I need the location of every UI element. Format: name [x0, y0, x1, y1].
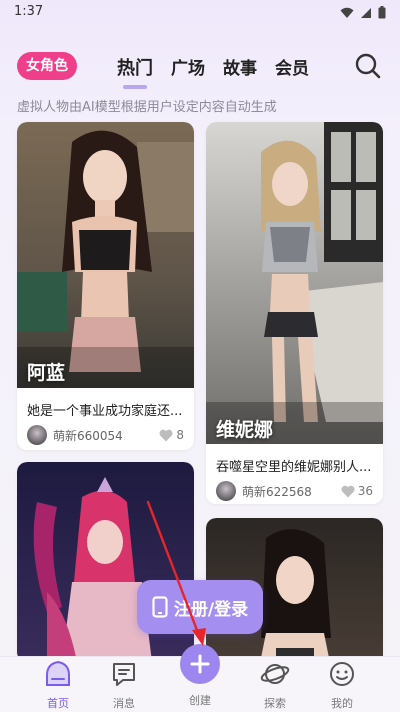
nav-profile[interactable]: 我的	[312, 659, 372, 711]
character-card[interactable]: 阿蓝 她是一个事业成功家庭还... 萌新660054 8	[17, 122, 194, 450]
disclaimer-text: 虚拟人物由AI模型根据用户设定内容自动生成	[17, 100, 277, 115]
register-login-button[interactable]: 注册/登录	[137, 580, 263, 634]
tab-plaza[interactable]: 广场	[171, 54, 205, 80]
character-image	[206, 122, 383, 444]
role-filter-pill[interactable]: 女角色	[17, 52, 77, 80]
tab-hot[interactable]: 热门	[117, 54, 153, 89]
search-icon[interactable]	[354, 52, 382, 80]
status-time: 1:37	[14, 4, 44, 19]
nav-label: 我的	[331, 697, 353, 710]
like-count-value: 8	[176, 428, 184, 442]
heart-icon	[341, 485, 355, 497]
battery-icon	[378, 6, 386, 19]
phone-icon	[152, 596, 168, 618]
nav-label: 探索	[264, 697, 286, 710]
like-count-value: 36	[357, 484, 373, 498]
author-name: 萌新622568	[242, 484, 312, 499]
character-name: 维妮娜	[216, 419, 274, 441]
nav-label: 首页	[47, 697, 69, 710]
home-icon	[46, 660, 70, 686]
create-button[interactable]	[180, 644, 220, 684]
nav-home[interactable]: 首页	[28, 659, 88, 711]
character-image	[17, 122, 194, 388]
avatar	[216, 481, 236, 501]
status-icons	[340, 6, 386, 19]
like-count[interactable]: 8	[159, 428, 184, 442]
wifi-icon	[340, 7, 354, 18]
character-description: 她是一个事业成功家庭还...	[27, 404, 183, 419]
author-name: 萌新660054	[53, 428, 123, 443]
character-card[interactable]: 维妮娜 吞噬星空里的维妮娜别人... 萌新622568 36	[206, 122, 383, 504]
tab-story[interactable]: 故事	[223, 54, 257, 80]
signal-icon	[361, 7, 371, 18]
status-bar: 1:37	[0, 0, 400, 26]
nav-create-label: 创建	[189, 694, 211, 707]
planet-icon	[260, 664, 290, 684]
tab-member[interactable]: 会员	[275, 54, 309, 80]
card-meta: 萌新622568 36	[216, 480, 373, 502]
nav-label: 消息	[113, 697, 135, 710]
nav-explore[interactable]: 探索	[245, 659, 305, 711]
plus-icon	[190, 654, 210, 674]
top-tabs: 热门 广场 故事 会员	[117, 54, 309, 89]
heart-icon	[159, 429, 173, 441]
avatar	[27, 425, 47, 445]
character-description: 吞噬星空里的维妮娜别人...	[216, 460, 372, 475]
card-meta: 萌新660054 8	[27, 424, 184, 446]
message-icon	[113, 663, 135, 686]
register-login-label: 注册/登录	[173, 599, 249, 620]
character-name: 阿蓝	[27, 362, 66, 384]
nav-messages[interactable]: 消息	[94, 659, 154, 711]
like-count[interactable]: 36	[341, 484, 373, 498]
smiley-icon	[330, 662, 354, 686]
